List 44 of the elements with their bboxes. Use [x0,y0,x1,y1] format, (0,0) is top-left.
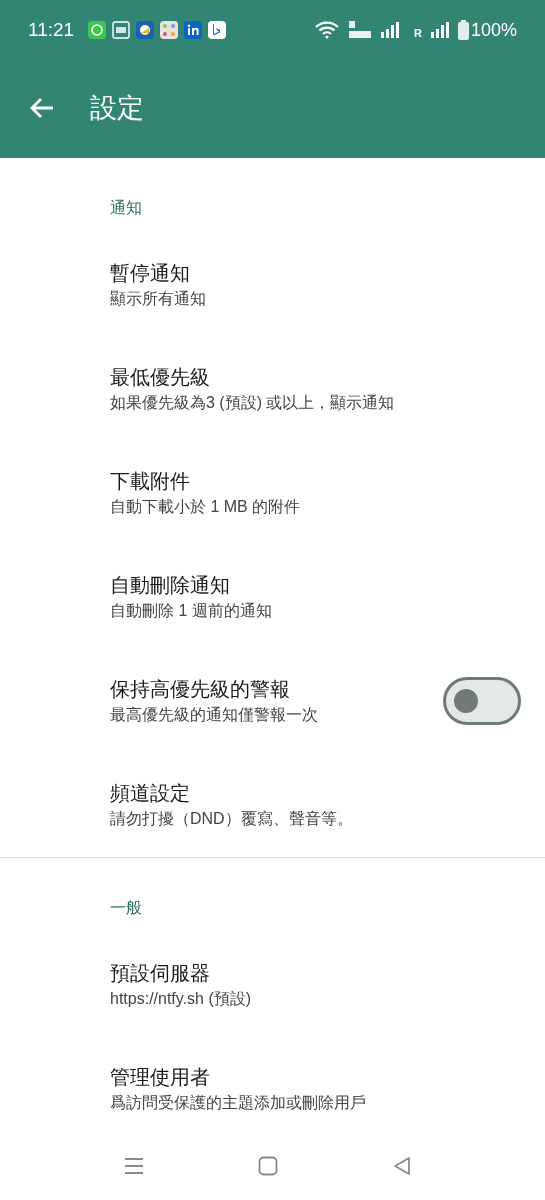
app-bar-title: 設定 [90,91,144,125]
settings-item[interactable]: 最低優先級 如果優先級為3 (預設) 或以上，顯示通知 [0,337,545,441]
browser-app-icon [208,21,227,39]
settings-item[interactable]: 下載附件 自動下載小於 1 MB 的附件 [0,441,545,545]
item-subtitle: 爲訪問受保護的主題添加或刪除用戶 [110,1093,367,1113]
item-title: 下載附件 [110,469,191,494]
battery-percent: 100% [470,18,517,42]
settings-item[interactable]: 暫停通知 顯示所有通知 [0,233,545,337]
item-subtitle: 如果優先級為3 (預設) 或以上，顯示通知 [110,393,396,413]
signal-icon [380,21,400,39]
settings-item[interactable]: 預設伺服器 https://ntfy.sh (預設) [0,933,545,1037]
settings-item[interactable]: 管理使用者 爲訪問受保護的主題添加或刪除用戶 [0,1037,545,1141]
item-subtitle: 顯示所有通知 [110,289,207,309]
section-label: 通知 [110,198,143,218]
mail-app-icon [136,21,155,39]
settings-item[interactable]: 保持高優先級的警報 最高優先級的通知僅警報一次 [0,649,545,753]
home-icon[interactable] [258,1156,278,1176]
settings-item[interactable]: 自動刪除通知 自動刪除 1 週前的通知 [0,545,545,649]
battery-icon [457,20,469,40]
item-title: 保持高優先級的警報 [110,677,291,702]
dots-app-icon [160,21,179,39]
item-subtitle: 請勿打擾（DND）覆寫、聲音等。 [110,809,354,829]
item-subtitle: 自動下載小於 1 MB 的附件 [110,497,302,517]
signal-icon [429,21,450,39]
toggle-switch[interactable] [443,677,521,725]
item-subtitle: 最高優先級的通知僅警報一次 [110,705,319,725]
chat-app-icon [88,21,107,39]
calendar-app-icon [112,21,131,39]
item-title: 暫停通知 [110,261,191,286]
status-time: 11:21 [28,17,75,42]
back-icon[interactable] [393,1156,411,1176]
item-title: 最低優先級 [110,365,211,390]
menu-icon[interactable] [124,1157,144,1175]
wifi-icon [314,21,340,39]
network-app-icon [184,21,203,39]
item-subtitle: https://ntfy.sh (預設) [110,989,253,1009]
roaming-label: R [414,25,422,41]
item-title: 預設伺服器 [110,961,211,986]
item-title: 管理使用者 [110,1065,211,1090]
item-title: 頻道設定 [110,781,191,806]
section-label: 一般 [110,898,143,918]
item-title: 自動刪除通知 [110,573,231,598]
settings-item[interactable]: 頻道設定 請勿打擾（DND）覆寫、聲音等。 [0,753,545,857]
item-subtitle: 自動刪除 1 週前的通知 [110,601,273,621]
